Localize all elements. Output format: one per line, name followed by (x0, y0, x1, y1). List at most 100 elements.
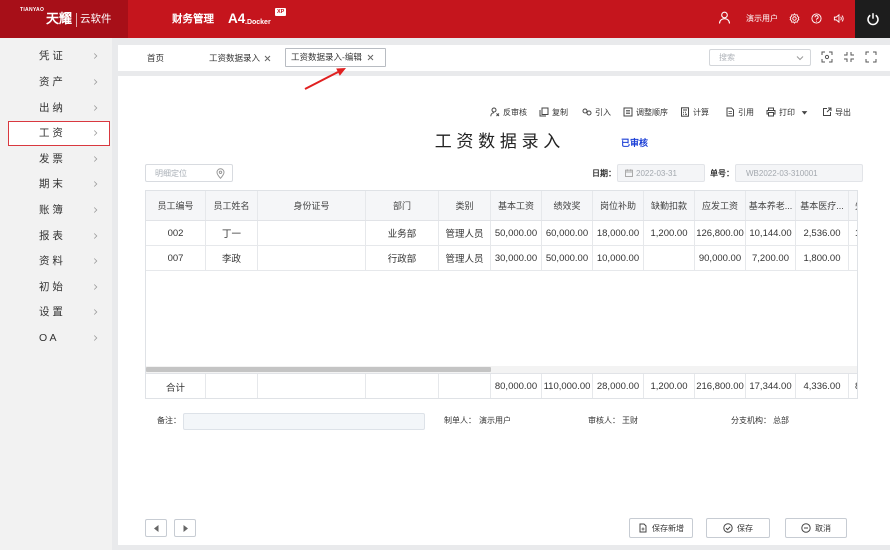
table-cell[interactable]: 1,200.00 (644, 221, 695, 245)
total-cell: 8 (849, 374, 857, 398)
table-cell[interactable]: 10,000.00 (593, 246, 644, 270)
module-title[interactable]: 财务管理 (172, 13, 214, 26)
table-cell[interactable]: 业务部 (366, 221, 439, 245)
table-cell[interactable] (258, 246, 366, 270)
date-field[interactable]: 2022-03-31 (617, 164, 705, 182)
column-header[interactable]: 身份证号 (258, 191, 366, 220)
printer-icon (766, 107, 776, 117)
sidebar-item-initialize[interactable]: 初 始 (8, 275, 110, 300)
table-row[interactable]: 002 丁一 业务部 管理人员 50,000.00 60,000.00 18,000.00 1… (146, 221, 857, 246)
table-cell[interactable]: 50,000.00 (542, 246, 593, 270)
tab-home[interactable]: 首页 (147, 53, 164, 64)
help-icon[interactable] (811, 13, 822, 24)
table-horizontal-scrollbar[interactable] (146, 366, 857, 373)
table-cell[interactable]: 50,000.00 (491, 221, 542, 245)
close-icon[interactable] (367, 54, 374, 61)
logout-button[interactable] (855, 0, 890, 38)
search-select[interactable]: 搜索 (709, 49, 811, 66)
tab-payroll-entry[interactable]: 工资数据录入 (209, 53, 260, 64)
current-user-name[interactable]: 演示用户 (746, 14, 778, 24)
sidebar-item-cashier[interactable]: 出 纳 (8, 96, 110, 121)
sidebar-item-payroll[interactable]: 工 资 (8, 121, 110, 146)
calculate-button[interactable]: 计算 (680, 106, 709, 118)
sidebar-item-period-end[interactable]: 期 末 (8, 172, 110, 197)
column-header[interactable]: 基本养老... (746, 191, 796, 220)
table-cell[interactable]: 李政 (206, 246, 258, 270)
save-and-new-label: 保存新增 (652, 523, 684, 533)
table-cell[interactable]: 18,000.00 (593, 221, 644, 245)
table-cell[interactable]: 管理人员 (439, 246, 491, 270)
total-cell (439, 374, 491, 398)
table-cell[interactable]: 60,000.00 (542, 221, 593, 245)
table-cell[interactable]: 007 (146, 246, 206, 270)
table-cell[interactable]: 1 (849, 221, 857, 245)
table-cell[interactable]: 7,200.00 (746, 246, 796, 270)
save-button[interactable]: 保存 (706, 518, 770, 538)
sidebar-item-ledger[interactable]: 账 簿 (8, 198, 110, 223)
number-label: 单号： (710, 169, 734, 178)
remark-input[interactable] (183, 413, 425, 430)
table-cell[interactable]: 126,800.00 (695, 221, 746, 245)
sidebar-item-label: 资 料 (39, 254, 63, 267)
unaudit-button[interactable]: 反审核 (490, 106, 527, 118)
table-cell[interactable]: 丁一 (206, 221, 258, 245)
column-header[interactable]: 员工姓名 (206, 191, 258, 220)
previous-record-button[interactable] (145, 519, 167, 537)
locate-input[interactable]: 明细定位 (145, 164, 233, 182)
column-header[interactable]: 基本工资 (491, 191, 542, 220)
table-cell[interactable]: 1,800.00 (796, 246, 849, 270)
app-window: TIANYAO 天耀 云软件 财务管理 A4 .Docker XP 演示用户 凭… (0, 0, 890, 550)
import-button[interactable]: 引入 (582, 106, 611, 118)
exit-fullscreen-icon[interactable] (843, 51, 855, 63)
table-cell[interactable]: 002 (146, 221, 206, 245)
sidebar-item-oa[interactable]: O A (8, 326, 110, 351)
table-cell[interactable]: 10,144.00 (746, 221, 796, 245)
sidebar-item-assets[interactable]: 资 产 (8, 70, 110, 95)
sidebar-item-master-data[interactable]: 资 料 (8, 249, 110, 274)
reference-button[interactable]: 引用 (725, 106, 754, 118)
table-cell[interactable]: 90,000.00 (695, 246, 746, 270)
screenshot-icon[interactable] (821, 51, 833, 63)
column-header[interactable]: 岗位补助 (593, 191, 644, 220)
fullscreen-icon[interactable] (865, 51, 877, 63)
close-icon[interactable] (264, 55, 271, 62)
column-header[interactable]: 类别 (439, 191, 491, 220)
table-cell[interactable] (644, 246, 695, 270)
scrollbar-thumb[interactable] (146, 367, 491, 372)
reorder-button[interactable]: 调整顺序 (623, 106, 668, 118)
document-number-field[interactable]: WB2022-03-310001 (735, 164, 863, 182)
table-cell[interactable] (849, 246, 857, 270)
table-cell[interactable]: 2,536.00 (796, 221, 849, 245)
table-cell[interactable] (258, 221, 366, 245)
chevron-right-icon (93, 105, 98, 111)
export-button[interactable]: 导出 (822, 106, 851, 118)
sidebar-item-invoice[interactable]: 发 票 (8, 147, 110, 172)
column-header[interactable]: 绩效奖 (542, 191, 593, 220)
gear-icon[interactable] (789, 13, 800, 24)
sidebar-item-reports[interactable]: 报 表 (8, 224, 110, 249)
save-and-new-button[interactable]: 保存新增 (629, 518, 693, 538)
triangle-right-icon (183, 525, 188, 532)
table-cell[interactable]: 30,000.00 (491, 246, 542, 270)
table-cell[interactable]: 行政部 (366, 246, 439, 270)
copy-button[interactable]: 复制 (539, 106, 568, 118)
location-pin-icon[interactable] (216, 168, 225, 179)
column-header[interactable]: 应发工资 (695, 191, 746, 220)
user-icon[interactable] (718, 11, 731, 24)
column-header[interactable]: 部门 (366, 191, 439, 220)
column-header[interactable]: 缺勤扣款 (644, 191, 695, 220)
table-row[interactable]: 007 李政 行政部 管理人员 30,000.00 50,000.00 10,000.00 9… (146, 246, 857, 271)
cancel-button[interactable]: 取消 (785, 518, 847, 538)
next-record-button[interactable] (174, 519, 196, 537)
status-badge: 已审核 (621, 138, 649, 148)
print-button[interactable]: 打印 (766, 106, 808, 118)
table-cell[interactable]: 管理人员 (439, 221, 491, 245)
sidebar-item-voucher[interactable]: 凭 证 (8, 44, 110, 69)
table-totals-row: 合计 80,000.00 110,000.00 28,000.00 1,200.00 21… (146, 373, 857, 398)
sidebar-item-settings[interactable]: 设 置 (8, 300, 110, 325)
brand-logo[interactable]: TIANYAO 天耀 云软件 (0, 0, 128, 38)
column-header[interactable]: 员工编号 (146, 191, 206, 220)
column-header[interactable]: 基本医疗... (796, 191, 849, 220)
column-header[interactable]: 失 (849, 191, 857, 220)
speaker-icon[interactable] (833, 13, 844, 24)
